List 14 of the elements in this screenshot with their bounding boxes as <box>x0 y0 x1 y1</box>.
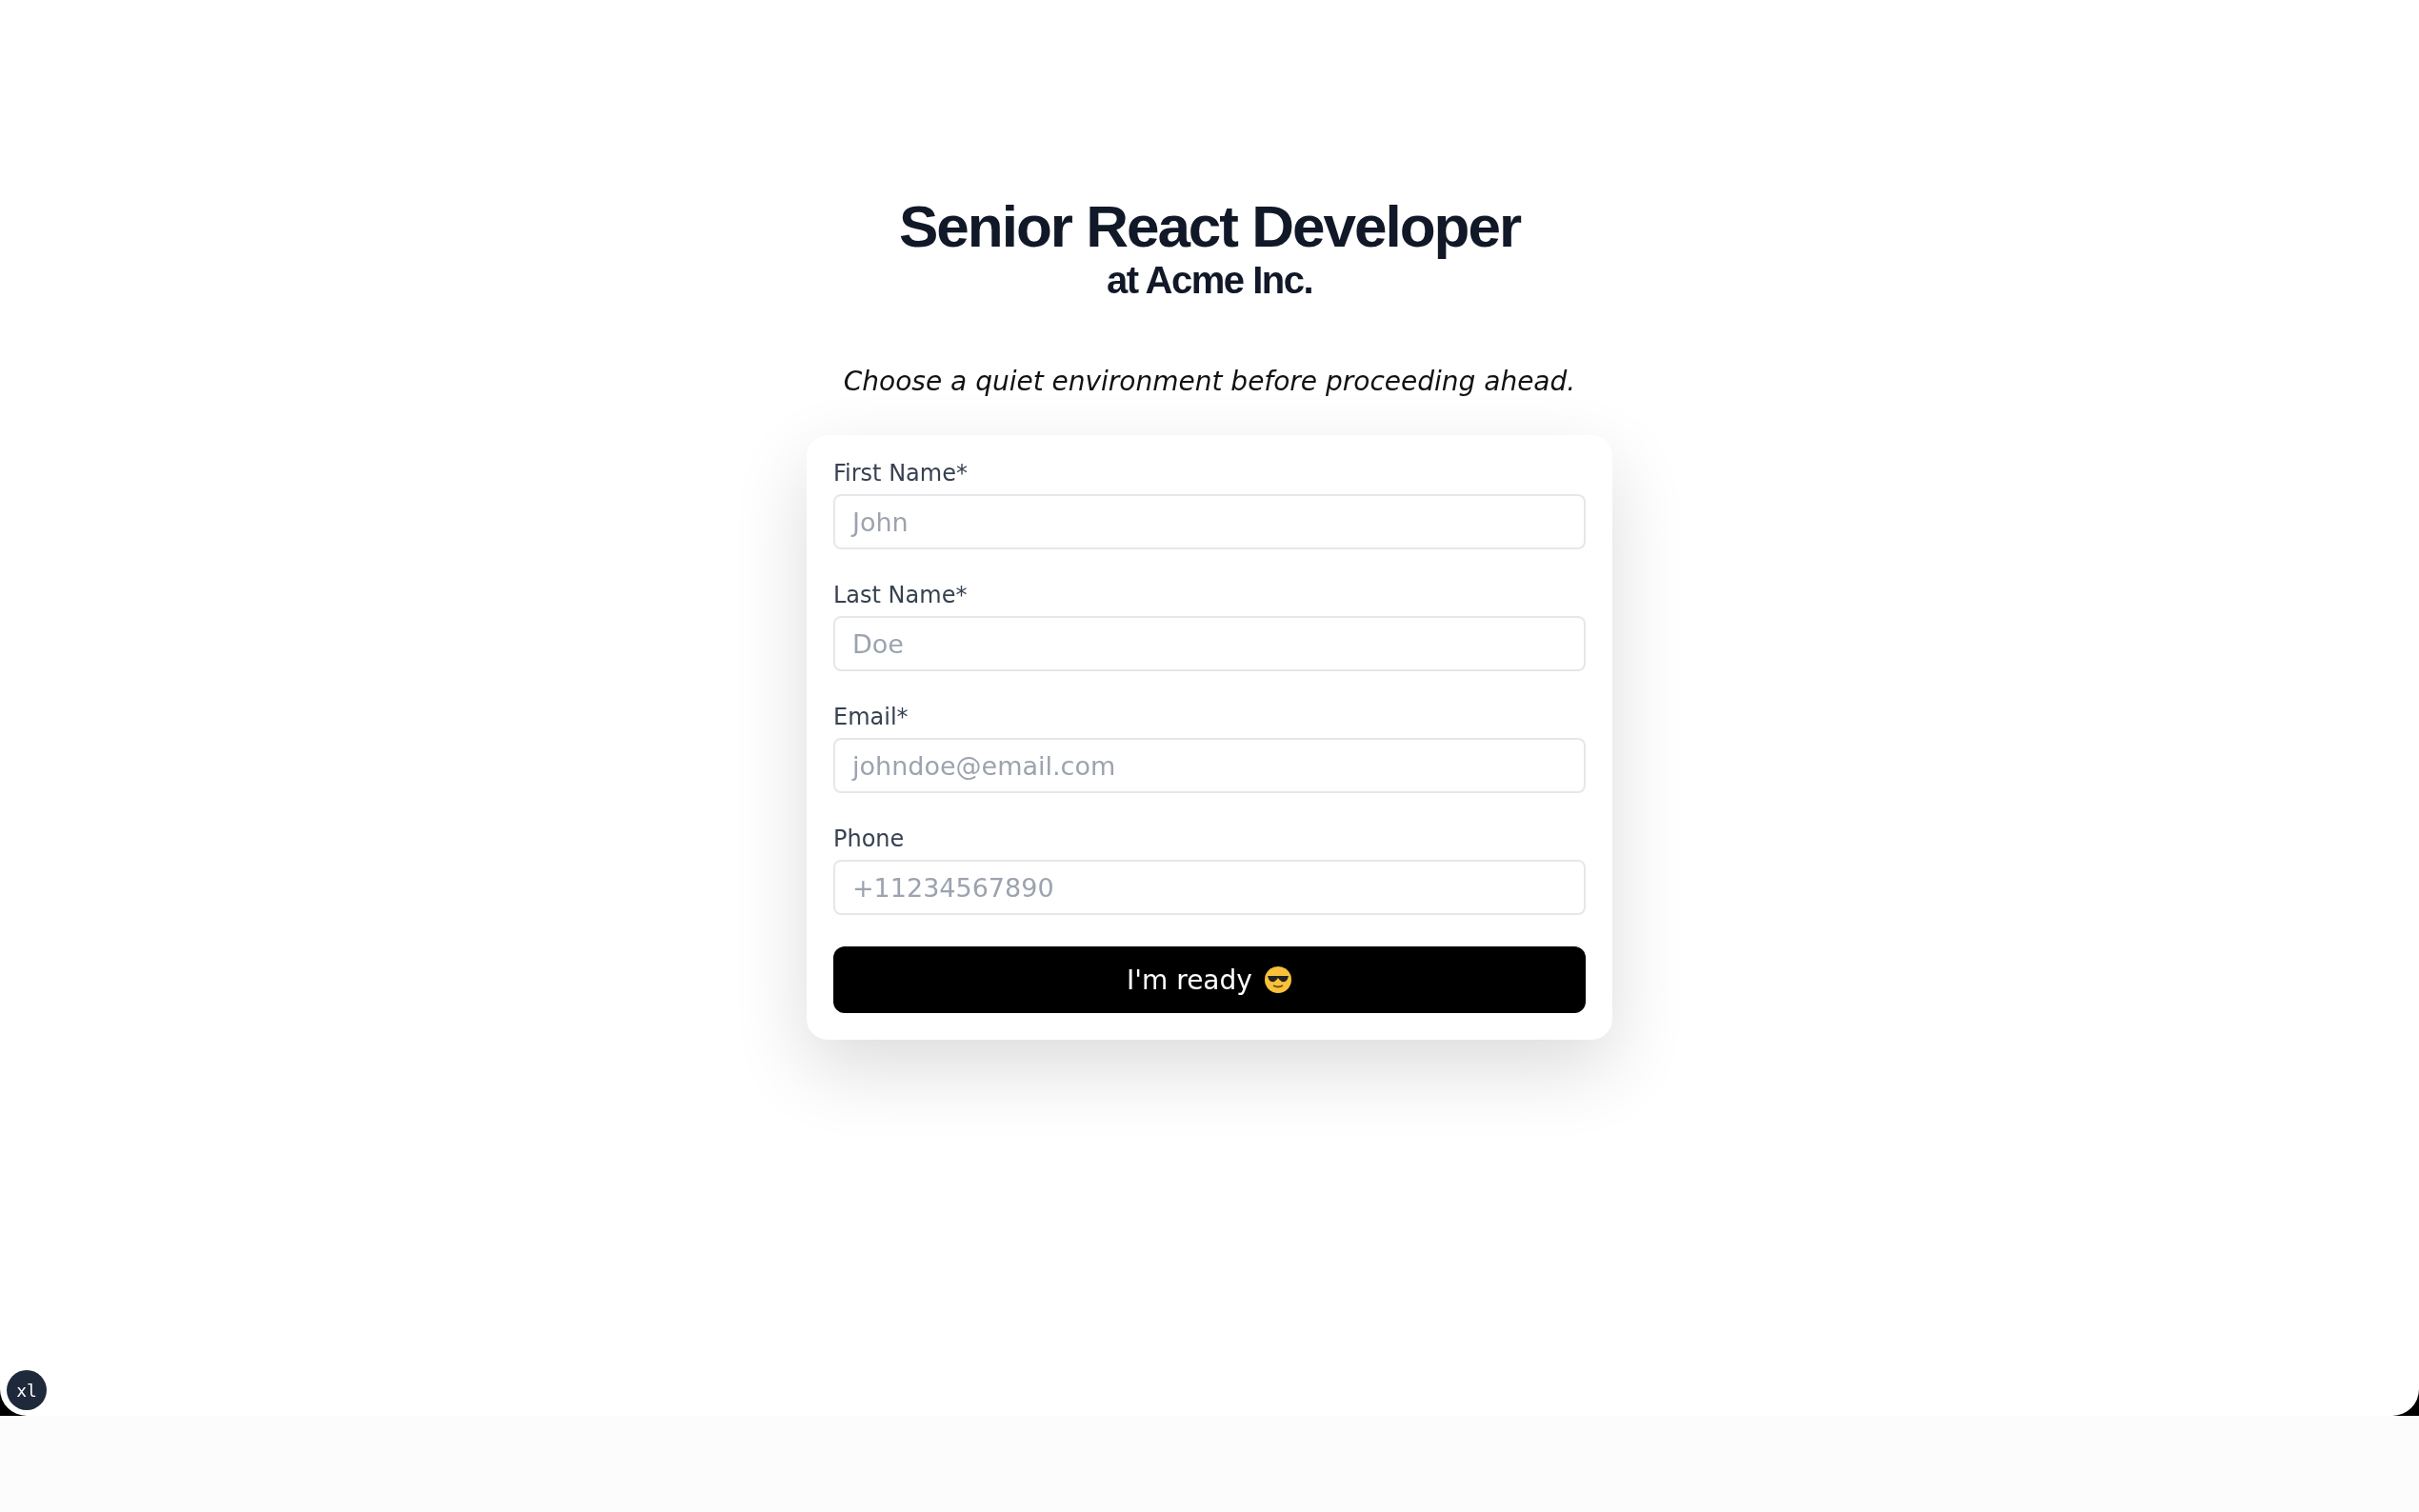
instruction-text: Choose a quiet environment before proceeding ahead. <box>843 366 1576 398</box>
field-label: Email* <box>833 704 910 731</box>
input-field[interactable]: johndoe@email.com <box>833 738 1586 794</box>
field-label: Phone <box>833 826 906 853</box>
sunglasses-emoji-icon <box>1263 965 1292 995</box>
job-title: Senior React Developer <box>898 194 1520 260</box>
company-subtitle: at Acme Inc. <box>1106 259 1313 302</box>
input-field[interactable]: Doe <box>833 616 1586 672</box>
input-field[interactable]: John <box>833 494 1586 550</box>
input-field[interactable]: +11234567890 <box>833 860 1586 916</box>
field-label: First Name* <box>833 460 969 487</box>
field-label: Last Name* <box>833 582 969 609</box>
submit-button[interactable]: I'm ready <box>833 946 1586 1014</box>
breakpoint-badge: xl <box>7 1370 47 1410</box>
